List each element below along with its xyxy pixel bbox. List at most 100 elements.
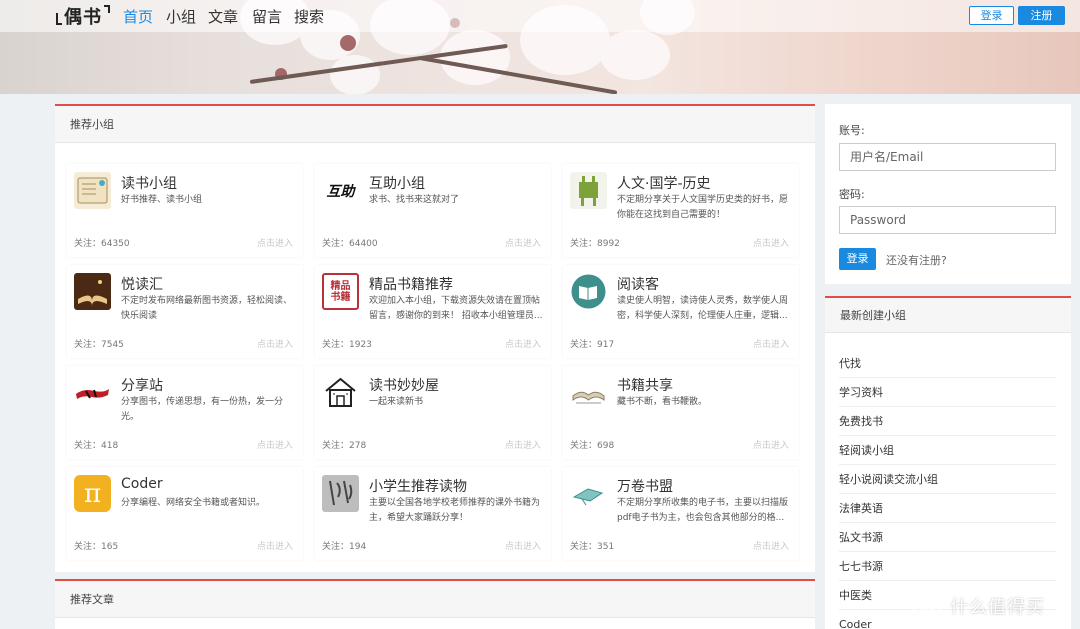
- recommended-groups-panel: 推荐小组 读书小组 好书推荐、读书小组 关注：64350 点击进入 互助 互助小…: [55, 104, 815, 572]
- watermark-text: 什么值得买: [950, 597, 1045, 618]
- list-item[interactable]: 免费找书: [839, 407, 1056, 436]
- enter-link[interactable]: 点击进入: [257, 438, 293, 451]
- group-name[interactable]: 悦读汇: [121, 274, 163, 294]
- enter-link[interactable]: 点击进入: [505, 539, 541, 552]
- brush-stroke-icon: [74, 374, 111, 411]
- account-input[interactable]: 用户名/Email: [839, 143, 1056, 171]
- panel-title: 最新创建小组: [825, 298, 1071, 333]
- group-card[interactable]: 悦读汇 不定时发布网络最新图书资源，轻松阅读、快乐阅读 关注：7545 点击进入: [67, 265, 303, 358]
- group-name[interactable]: Coder: [121, 476, 163, 492]
- group-name[interactable]: 精品书籍推荐: [369, 274, 453, 294]
- login-submit-button[interactable]: 登录: [839, 248, 876, 270]
- account-label: 账号:: [839, 124, 865, 137]
- enter-link[interactable]: 点击进入: [257, 337, 293, 350]
- blossom-decoration: [600, 30, 670, 80]
- pi-icon: π: [74, 475, 111, 512]
- recommended-articles-panel: 推荐文章: [55, 579, 815, 629]
- enter-link[interactable]: 点击进入: [505, 438, 541, 451]
- group-desc: 不定期分享关于人文国学历史类的好书，愿你能在这找到自己需要的！: [617, 195, 789, 220]
- book-open-icon: [74, 172, 111, 209]
- list-item[interactable]: 轻阅读小组: [839, 436, 1056, 465]
- follow-count: 关注：64350: [74, 239, 130, 249]
- follow-count: 关注：351: [570, 542, 615, 552]
- group-card[interactable]: 读书小组 好书推荐、读书小组 关注：64350 点击进入: [67, 164, 303, 257]
- register-button[interactable]: 注册: [1018, 6, 1065, 25]
- follow-count: 关注：7545: [74, 340, 124, 350]
- group-desc: 主要以全国各地学校老师推荐的课外书籍为主，希望大家踊跃分享！: [369, 498, 541, 523]
- seal-stamp-icon: 精品 书籍: [322, 273, 359, 310]
- group-name[interactable]: 读书妙妙屋: [369, 375, 439, 395]
- group-desc: 读史使人明智，读诗使人灵秀，数学使人周密，科学使人深刻，伦理使人庄重，逻辑...: [617, 296, 789, 321]
- group-card[interactable]: 人文·国学-历史 不定期分享关于人文国学历史类的好书，愿你能在这找到自己需要的！…: [563, 164, 799, 257]
- newest-groups-panel: 最新创建小组 代找 学习资料 免费找书 轻阅读小组 轻小说阅读交流小组 法律英语…: [825, 296, 1071, 629]
- calligraphy-icon: [322, 475, 359, 512]
- group-name[interactable]: 读书小组: [121, 173, 177, 193]
- site-logo[interactable]: 偶书: [56, 3, 110, 28]
- group-card[interactable]: 小学生推荐读物 主要以全国各地学校老师推荐的课外书籍为主，希望大家踊跃分享！ 关…: [315, 467, 551, 560]
- group-card[interactable]: 互助 互助小组 求书、找书来这就对了 关注：64400 点击进入: [315, 164, 551, 257]
- nav-groups[interactable]: 小组: [166, 6, 196, 27]
- nav-search[interactable]: 搜索: [294, 6, 324, 27]
- enter-link[interactable]: 点击进入: [505, 236, 541, 249]
- group-card[interactable]: 读书妙妙屋 一起来读新书 关注：278 点击进入: [315, 366, 551, 459]
- password-input[interactable]: Password: [839, 206, 1056, 234]
- group-desc: 分享编程、网络安全书籍或者知识。: [121, 498, 266, 508]
- group-desc: 好书推荐、读书小组: [121, 195, 203, 205]
- group-card[interactable]: 分享站 分享图书，传递思想，有一份热，发一分光。 关注：418 点击进入: [67, 366, 303, 459]
- group-name[interactable]: 互助小组: [369, 173, 425, 193]
- panel-title: 推荐小组: [55, 106, 815, 143]
- group-card[interactable]: 阅读客 读史使人明智，读诗使人灵秀，数学使人周密，科学使人深刻，伦理使人庄重，逻…: [563, 265, 799, 358]
- round-book-icon: [570, 273, 607, 310]
- list-item[interactable]: 七七书源: [839, 552, 1056, 581]
- group-name[interactable]: 书籍共享: [617, 375, 673, 395]
- flying-book-icon: [570, 475, 607, 512]
- group-desc: 藏书不断，看书鞭散。: [617, 397, 708, 407]
- blossom-bud: [340, 35, 356, 51]
- follow-count: 关注：278: [322, 441, 367, 451]
- group-desc: 分享图书，传递思想，有一份热，发一分光。: [121, 397, 284, 422]
- group-card[interactable]: 精品 书籍 精品书籍推荐 欢迎加入本小组，下载资源失效请在置顶帖留言，感谢你的到来…: [315, 265, 551, 358]
- group-name[interactable]: 人文·国学-历史: [617, 173, 711, 193]
- nav-home[interactable]: 首页: [123, 6, 153, 27]
- enter-link[interactable]: 点击进入: [753, 438, 789, 451]
- group-card[interactable]: 书籍共享 藏书不断，看书鞭散。 关注：698 点击进入: [563, 366, 799, 459]
- register-link[interactable]: 还没有注册?: [886, 252, 947, 268]
- enter-link[interactable]: 点击进入: [753, 236, 789, 249]
- follow-count: 关注：64400: [322, 239, 378, 249]
- list-item[interactable]: 轻小说阅读交流小组: [839, 465, 1056, 494]
- follow-count: 关注：194: [322, 542, 367, 552]
- follow-count: 关注：1923: [322, 340, 372, 350]
- group-card[interactable]: 万卷书盟 不定期分享所收集的电子书，主要以扫描版pdf电子书为主，也会包含其他部…: [563, 467, 799, 560]
- follow-count: 关注：698: [570, 441, 615, 451]
- list-item[interactable]: 代找: [839, 349, 1056, 378]
- group-card[interactable]: π Coder 分享编程、网络安全书籍或者知识。 关注：165 点击进入: [67, 467, 303, 560]
- enter-link[interactable]: 点击进入: [257, 539, 293, 552]
- group-name[interactable]: 分享站: [121, 375, 163, 395]
- list-item[interactable]: 学习资料: [839, 378, 1056, 407]
- login-button[interactable]: 登录: [969, 6, 1014, 25]
- top-nav: 偶书 首页 小组 文章 留言 搜索 登录 注册: [0, 0, 1080, 32]
- group-desc: 不定期分享所收集的电子书，主要以扫描版pdf电子书为主，也会包含其他部分的格..…: [617, 498, 789, 523]
- panel-title: 推荐文章: [55, 581, 815, 618]
- house-icon: [322, 374, 359, 411]
- enter-link[interactable]: 点击进入: [257, 236, 293, 249]
- enter-link[interactable]: 点击进入: [505, 337, 541, 350]
- group-desc: 欢迎加入本小组，下载资源失效请在置顶帖留言，感谢你的到来！ 招收本小组管理员..…: [369, 296, 543, 321]
- login-form: 账号: 用户名/Email 密码: Password 登录 还没有注册?: [825, 104, 1071, 284]
- group-name[interactable]: 阅读客: [617, 274, 659, 294]
- follow-count: 关注：418: [74, 441, 119, 451]
- watermark-logo-icon: 值: [912, 590, 942, 620]
- nav-messages[interactable]: 留言: [252, 6, 282, 27]
- follow-count: 关注：917: [570, 340, 615, 350]
- blossom-decoration: [440, 30, 510, 85]
- list-item[interactable]: 弘文书源: [839, 523, 1056, 552]
- open-book-icon: [570, 374, 607, 411]
- enter-link[interactable]: 点击进入: [753, 337, 789, 350]
- group-name[interactable]: 小学生推荐读物: [369, 476, 467, 496]
- watermark: 值 什么值得买: [912, 590, 1072, 620]
- list-item[interactable]: 法律英语: [839, 494, 1056, 523]
- blossom-decoration: [330, 55, 380, 94]
- enter-link[interactable]: 点击进入: [753, 539, 789, 552]
- nav-articles[interactable]: 文章: [208, 6, 238, 27]
- group-name[interactable]: 万卷书盟: [617, 476, 673, 496]
